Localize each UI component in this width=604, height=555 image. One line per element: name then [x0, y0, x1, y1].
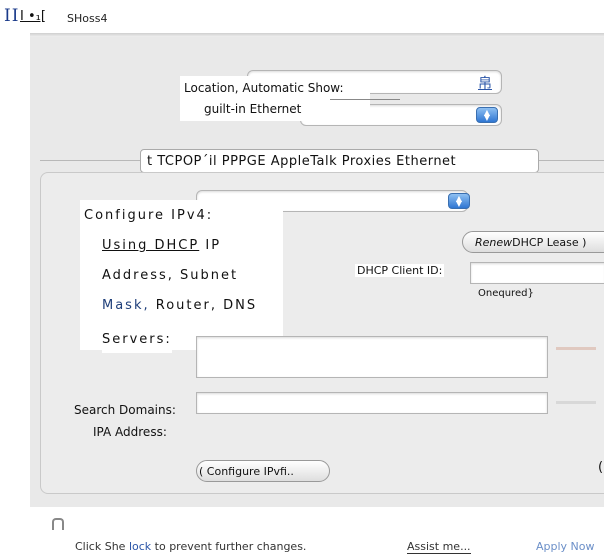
location-extra-glyph: 帛	[478, 76, 492, 92]
dns-servers-side-line	[556, 347, 596, 350]
configure-ipv4-line3-rest: Router, DNS	[149, 298, 258, 313]
show-value: guilt-in Ethernet	[204, 102, 302, 116]
location-label: Location, Automatic Show:	[184, 81, 344, 95]
dns-servers-field[interactable]	[196, 336, 548, 378]
lock-link[interactable]: lock	[129, 540, 151, 553]
renew-italic: Renew	[475, 235, 513, 249]
configure-ipv4-line4: Servers:	[102, 327, 172, 353]
configure-ipv6-button[interactable]: ( Configure IPvfi..	[196, 460, 330, 482]
lock-icon[interactable]	[52, 518, 64, 530]
configure-ipv4-line2: Address, Subnet	[102, 263, 239, 289]
dhcp-client-id-label: DHCP Client ID:	[355, 264, 445, 277]
renew-dhcp-lease-button[interactable]: Renew DHCP Lease )	[462, 231, 604, 253]
show-popup-arrows-icon[interactable]: ▲ ▼	[476, 107, 498, 123]
configure-ipv4-value-rest: IP	[199, 238, 222, 253]
tab-labels[interactable]: t TCPOP´il PPPGE AppleTalk Proxies Ether…	[147, 154, 456, 169]
assist-me-button[interactable]: Assist me...	[407, 540, 471, 554]
lock-message-prefix: Click She	[75, 540, 129, 553]
mask-link: Mask,	[102, 298, 150, 313]
right-paren-fragment: (	[598, 460, 604, 475]
lock-message: Click She lock to prevent further change…	[75, 540, 306, 553]
window-title-glyph: II	[4, 6, 20, 26]
apply-now-button[interactable]: Apply Now	[536, 540, 595, 553]
dhcp-client-id-hint: Onequred}	[478, 288, 534, 299]
location-underline	[330, 99, 400, 100]
using-dhcp-link[interactable]: Using DHCP	[102, 238, 199, 253]
search-domains-side-line	[556, 401, 596, 404]
configure-ipv4-value: Using DHCP IP	[102, 233, 222, 259]
window-title-mark: I •₁[	[20, 9, 46, 24]
dhcp-client-id-field[interactable]	[470, 262, 604, 284]
configure-ipv4-label: Configure IPv4:	[84, 203, 214, 229]
ipa-address-label: IPA Address:	[93, 425, 167, 439]
renew-rest: DHCP Lease )	[512, 235, 587, 249]
configure-ipv4-line3: Mask, Router, DNS	[102, 293, 258, 319]
search-domains-field[interactable]	[196, 392, 548, 414]
window-title: SHoss4	[67, 12, 108, 25]
lock-message-suffix: to prevent further changes.	[151, 540, 307, 553]
tab-bar[interactable]: t TCPOP´il PPPGE AppleTalk Proxies Ether…	[140, 149, 539, 173]
configure-ipv4-arrows-icon[interactable]: ▲ ▼	[448, 193, 470, 209]
search-domains-label: Search Domains:	[74, 403, 176, 417]
